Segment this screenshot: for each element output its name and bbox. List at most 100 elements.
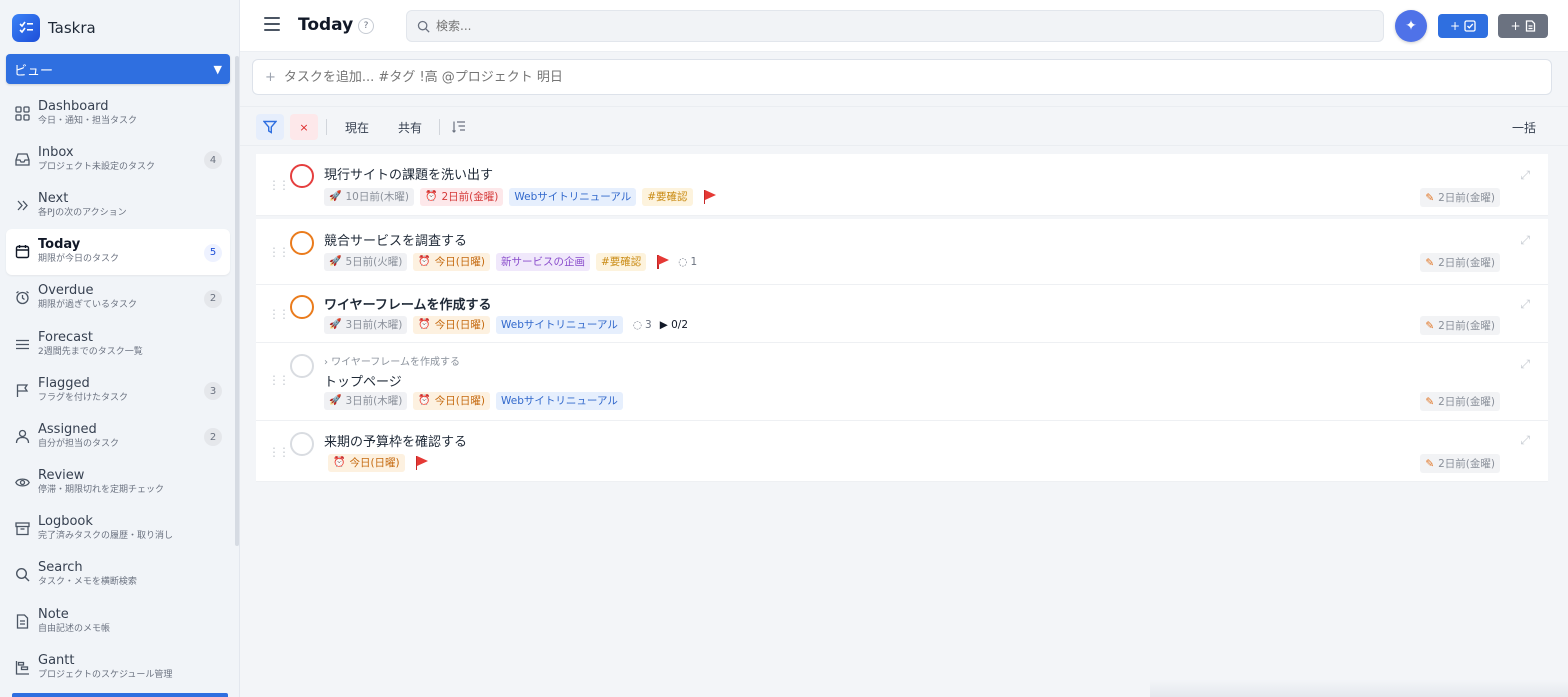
drag-handle-icon[interactable]: ⋮⋮ xyxy=(268,373,290,387)
view-select-label: ビュー xyxy=(14,63,54,79)
sidebar-item-desc: 期限が過ぎているタスク xyxy=(38,300,138,311)
sidebar-item-review[interactable]: Review 停滞・期限切れを定期チェック xyxy=(6,460,230,506)
task-row[interactable]: ⋮⋮ ワイヤーフレームを作成する 🚀 3日前(木曜) ⏰ 今日(日曜) Webサイト… xyxy=(256,285,1548,343)
task-checkbox[interactable] xyxy=(290,354,314,378)
task-row[interactable]: ⋮⋮ › ワイヤーフレームを作成する トップページ 🚀 3日前(木曜) ⏰ 今日(日… xyxy=(256,343,1548,421)
clear-filter-button[interactable]: × xyxy=(290,114,318,140)
project-chip[interactable]: Webサイトリニューアル xyxy=(495,392,623,410)
project-chip[interactable]: 新サービスの企画 xyxy=(495,253,590,271)
flag-icon[interactable] xyxy=(656,255,670,269)
sidebar-item-inbox[interactable]: Inbox プロジェクト未設定のタスク 4 xyxy=(6,136,230,182)
task-row[interactable]: ⋮⋮ 来期の予算枠を確認する ⏰ 今日(日曜) ✎ 2日前(金曜) ⤢ xyxy=(256,421,1548,482)
sidebar-item-today[interactable]: Today 期限が今日のタスク 5 xyxy=(6,228,230,275)
sidebar-item-label: Today xyxy=(38,237,81,253)
flag-icon[interactable] xyxy=(415,456,428,470)
comment-count[interactable]: ◌ 1 xyxy=(678,256,697,268)
task-checkbox[interactable] xyxy=(290,295,314,319)
sidebar-item-next[interactable]: Next 各PJの次のアクション xyxy=(6,182,230,228)
task-title[interactable]: 来期の予算枠を確認する xyxy=(324,431,467,450)
quick-add-input[interactable] xyxy=(283,69,1484,85)
filter-bar: × 現在 共有 一括 xyxy=(240,106,1568,146)
expand-icon[interactable]: ⤢ xyxy=(1520,433,1530,448)
expand-icon[interactable]: ⤢ xyxy=(1520,168,1530,183)
due-date-chip[interactable]: ⏰ 今日(日曜) xyxy=(413,392,490,410)
sidebar-item-dashboard[interactable]: Dashboard 今日・通知・担当タスク xyxy=(6,90,230,136)
due-date-chip[interactable]: ⏰ 2日前(金曜) xyxy=(420,188,504,206)
due-date: 今日(日曜) xyxy=(434,319,485,331)
flag-icon xyxy=(14,382,30,398)
sidebar-item-forecast[interactable]: Forecast 2週間先までのタスク一覧 xyxy=(6,321,230,367)
menu-icon[interactable] xyxy=(264,17,280,31)
sparkle-icon: ✦ xyxy=(1405,18,1417,34)
sidebar-item-flagged[interactable]: Flagged フラグを付けたタスク 3 xyxy=(6,367,230,413)
updated-chip: ✎ 2日前(金曜) xyxy=(1420,253,1500,272)
ai-assistant-button[interactable]: ✦ xyxy=(1395,10,1427,42)
eye-icon xyxy=(14,475,30,491)
task-title[interactable]: 競合サービスを調査する xyxy=(324,230,467,249)
project-chip[interactable]: Webサイトリニューアル xyxy=(495,316,623,334)
quick-add-bar[interactable]: + xyxy=(252,59,1552,95)
task-title[interactable]: 現行サイトの課題を洗い出す xyxy=(324,164,493,183)
filter-icon[interactable] xyxy=(256,114,284,140)
comment-icon: ◌ xyxy=(632,319,643,331)
search-box[interactable] xyxy=(406,10,1384,42)
start-date-chip[interactable]: 🚀 3日前(木曜) xyxy=(324,316,408,334)
sidebar-item-label: Flagged xyxy=(38,375,90,391)
comment-count[interactable]: ◌ 3 xyxy=(633,319,652,331)
drag-handle-icon[interactable]: ⋮⋮ xyxy=(268,178,290,192)
due-date-chip[interactable]: ⏰ 今日(日曜) xyxy=(413,316,490,334)
tag-chip[interactable]: #要確認 xyxy=(595,253,647,271)
help-icon[interactable]: ? xyxy=(358,18,374,34)
sidebar-item-search[interactable]: Search タスク・メモを横断検索 xyxy=(6,552,230,598)
sidebar-footer-button[interactable] xyxy=(12,693,228,697)
add-task-button[interactable]: + xyxy=(1438,14,1488,38)
expand-icon[interactable]: ⤢ xyxy=(1520,233,1530,248)
updated-date: 2日前(金曜) xyxy=(1438,320,1495,332)
app-logo-icon xyxy=(12,14,40,42)
task-meta: 🚀 3日前(木曜) ⏰ 今日(日曜) Webサイトリニューアル ◌ 3 ▶ 0/2 xyxy=(324,316,688,334)
drag-handle-icon[interactable]: ⋮⋮ xyxy=(268,307,290,321)
add-note-button[interactable]: + xyxy=(1498,14,1548,38)
sidebar: Taskra ビュー ▼ Dashboard 今日・通知・担当タスク Inbox プ… xyxy=(0,0,240,697)
start-date-chip[interactable]: 🚀 10日前(木曜) xyxy=(324,188,415,206)
sidebar-item-logbook[interactable]: Logbook 完了済みタスクの履歴・取り消し xyxy=(6,506,230,552)
start-date-chip[interactable]: 🚀 5日前(火曜) xyxy=(324,253,408,271)
task-title[interactable]: ワイヤーフレームを作成する xyxy=(324,294,491,313)
current-view-button[interactable]: 現在 xyxy=(345,119,369,136)
rocket-icon: 🚀 xyxy=(329,395,342,406)
task-title[interactable]: トップページ xyxy=(324,371,402,390)
tag-chip[interactable]: #要確認 xyxy=(642,188,693,206)
due-date-chip[interactable]: ⏰ 今日(日曜) xyxy=(413,253,490,271)
sidebar-item-gantt[interactable]: Gantt プロジェクトのスケジュール管理 xyxy=(6,644,230,690)
task-row[interactable]: ⋮⋮ 競合サービスを調査する 🚀 5日前(火曜) ⏰ 今日(日曜) 新サービスの企画… xyxy=(256,219,1548,285)
sidebar-item-overdue[interactable]: Overdue 期限が過ぎているタスク 2 xyxy=(6,275,230,321)
start-date-chip[interactable]: 🚀 3日前(木曜) xyxy=(324,392,408,410)
sidebar-item-label: Review xyxy=(38,468,85,484)
sort-icon[interactable] xyxy=(452,119,466,138)
expand-icon[interactable]: ⤢ xyxy=(1520,297,1530,312)
due-date-chip[interactable]: ⏰ 今日(日曜) xyxy=(328,454,405,472)
project-chip[interactable]: Webサイトリニューアル xyxy=(509,188,637,206)
task-checkbox[interactable] xyxy=(290,164,314,188)
sidebar-scrollbar[interactable] xyxy=(235,56,239,546)
parent-task-link[interactable]: › ワイヤーフレームを作成する xyxy=(324,353,460,368)
shared-view-button[interactable]: 共有 xyxy=(398,119,422,136)
drag-handle-icon[interactable]: ⋮⋮ xyxy=(268,445,290,459)
view-select[interactable]: ビュー ▼ xyxy=(6,54,230,84)
sidebar-nav: Dashboard 今日・通知・担当タスク Inbox プロジェクト未設定のタスク … xyxy=(6,90,230,690)
task-checkbox[interactable] xyxy=(290,432,314,456)
search-input[interactable] xyxy=(436,19,1336,33)
bottom-shade xyxy=(1150,680,1568,697)
flag-icon[interactable] xyxy=(703,190,716,204)
expand-icon[interactable]: ⤢ xyxy=(1520,357,1530,372)
sidebar-item-note[interactable]: Note 自由記述のメモ帳 xyxy=(6,598,230,644)
drag-handle-icon[interactable]: ⋮⋮ xyxy=(268,245,290,259)
updated-date: 2日前(金曜) xyxy=(1438,257,1495,269)
brand[interactable]: Taskra xyxy=(0,0,239,56)
subtask-progress[interactable]: ▶ 0/2 xyxy=(660,319,688,331)
task-row[interactable]: ⋮⋮ 現行サイトの課題を洗い出す 🚀 10日前(木曜) ⏰ 2日前(金曜) Webサ… xyxy=(256,154,1548,216)
task-checkbox[interactable] xyxy=(290,231,314,255)
bulk-edit-button[interactable]: 一括 xyxy=(1512,119,1536,136)
sidebar-item-label: Dashboard xyxy=(38,98,109,114)
sidebar-item-assigned[interactable]: Assigned 自分が担当のタスク 2 xyxy=(6,413,230,459)
